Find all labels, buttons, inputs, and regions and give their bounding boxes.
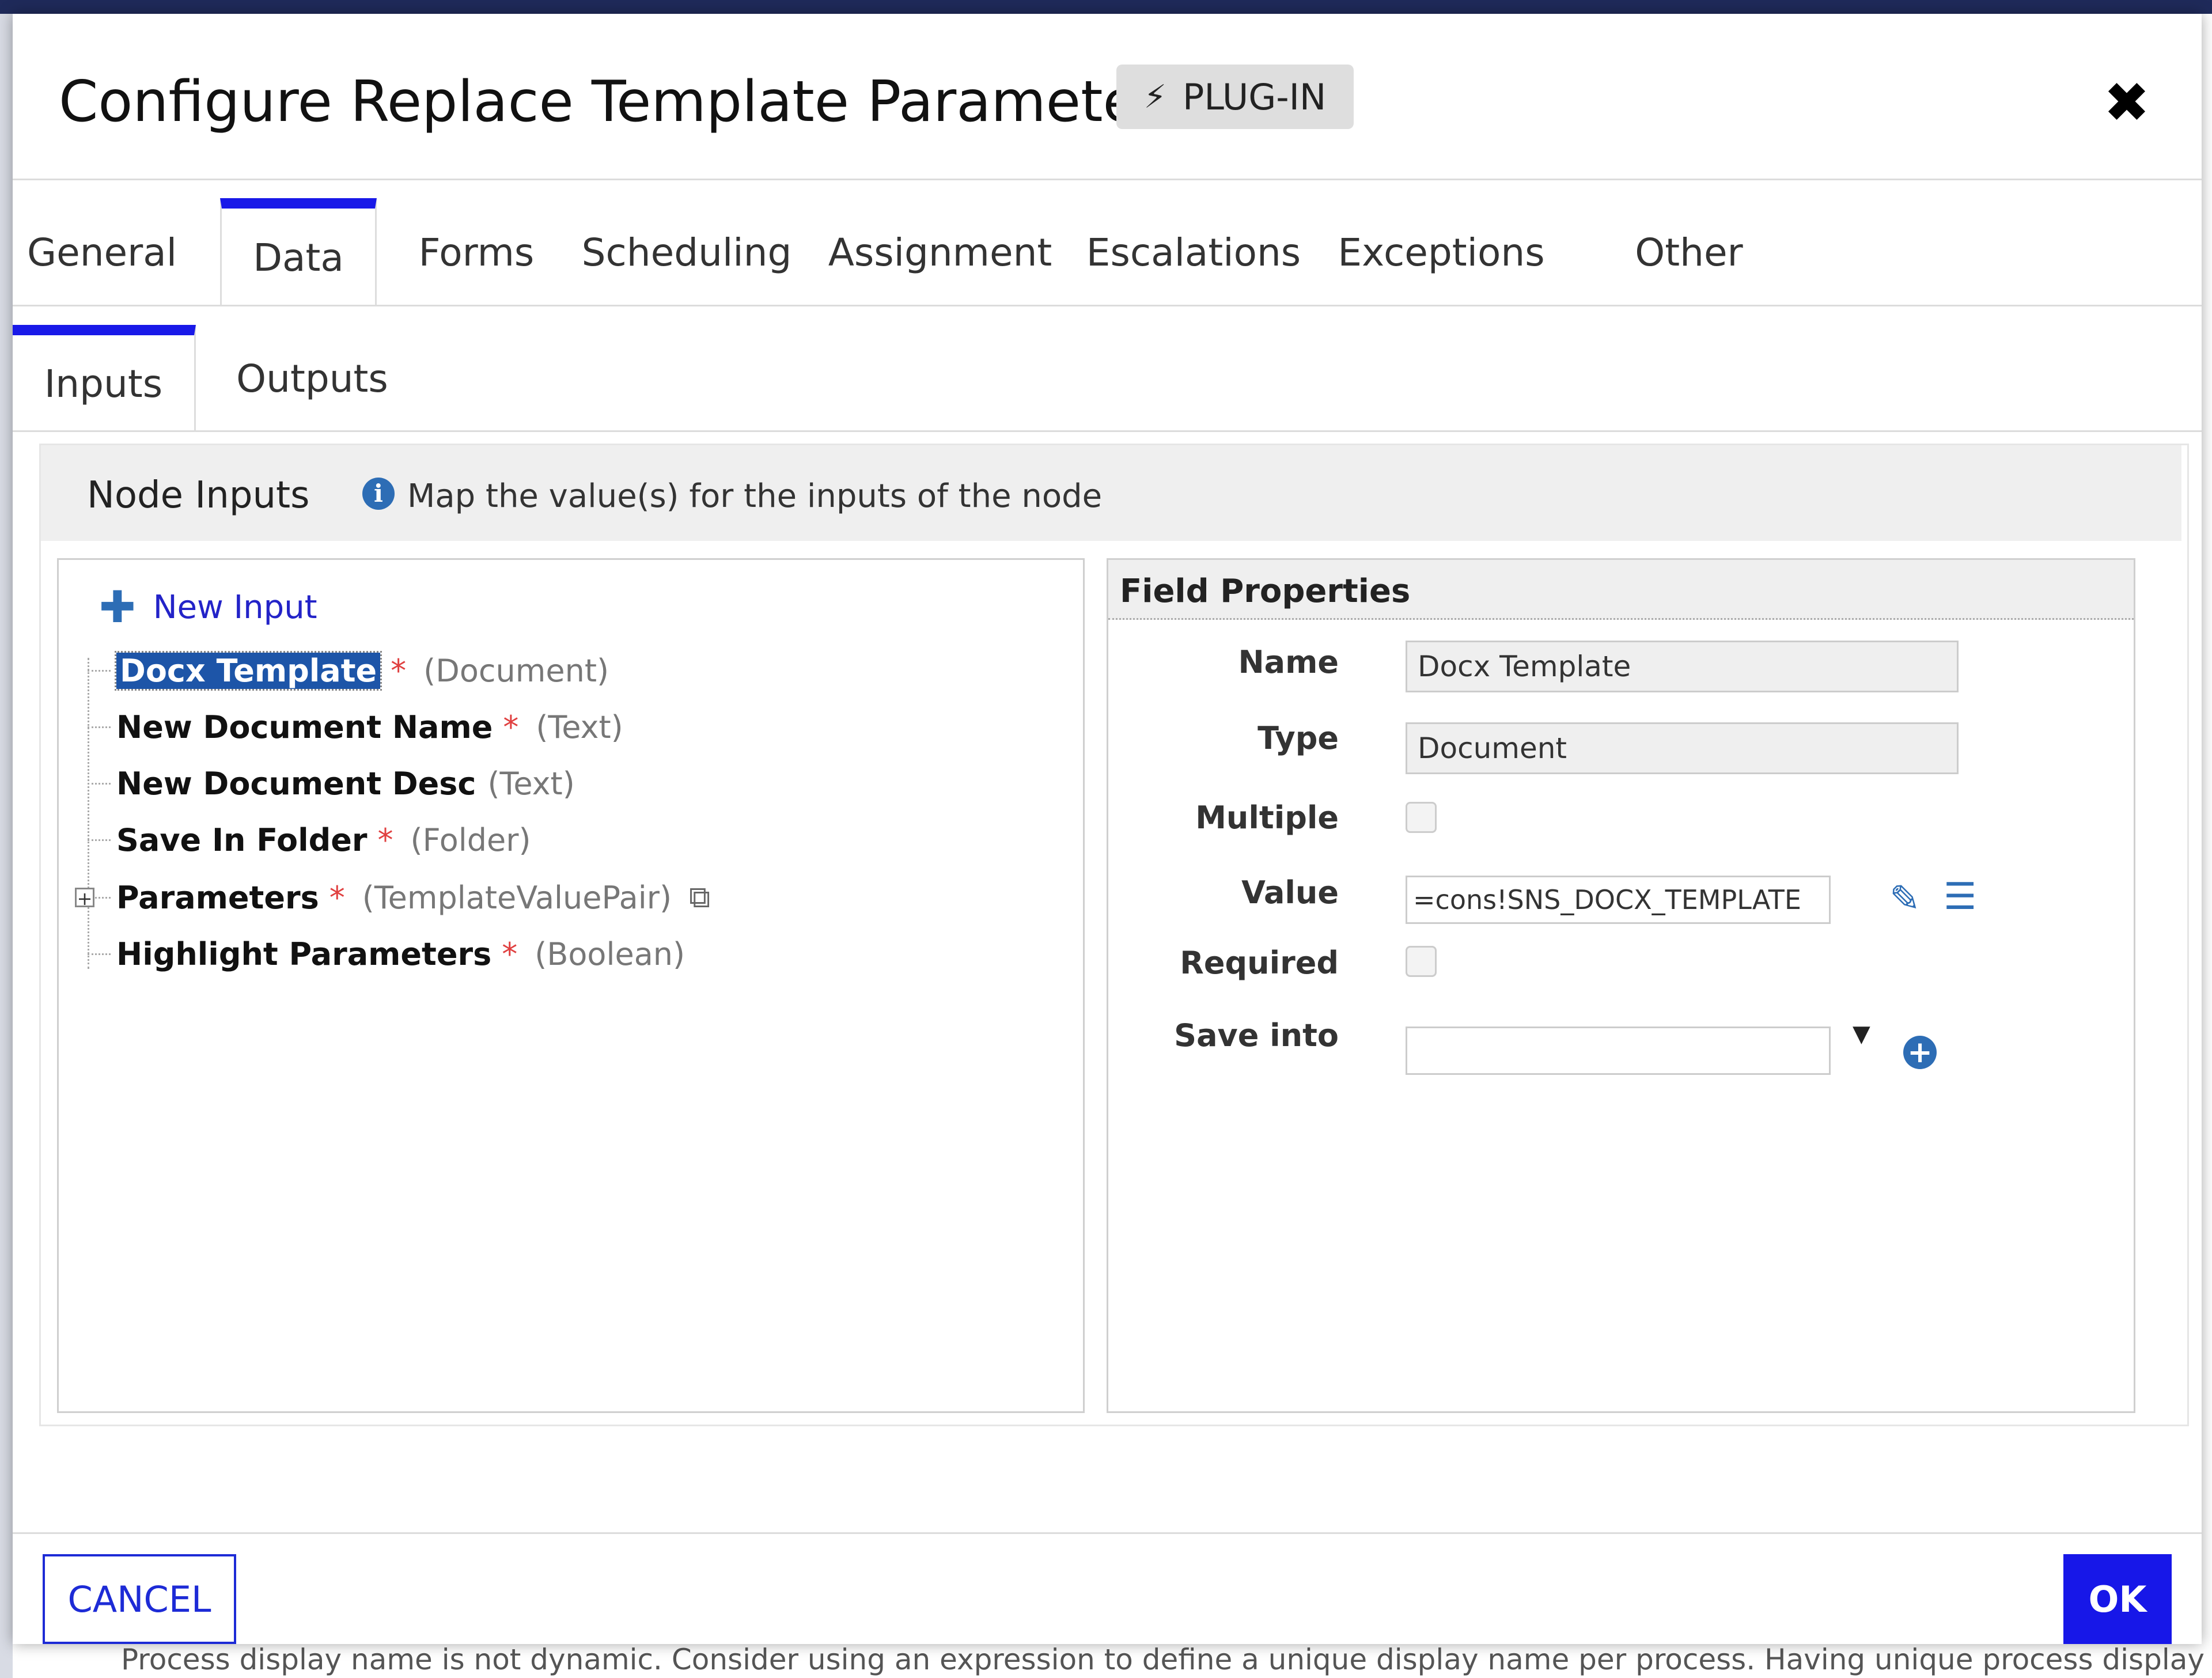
tab-forms[interactable]: Forms bbox=[404, 198, 548, 306]
field-properties-header: Field Properties bbox=[1108, 560, 2134, 620]
type-field: Document bbox=[1406, 722, 1959, 774]
inputs-tree: ✚ New Input Docx Template * (Document) N… bbox=[57, 558, 1085, 1413]
dialog-title: Configure Replace Template Parameter bbox=[59, 69, 1161, 135]
value-expression-field[interactable]: =cons!SNS_DOCX_TEMPLATE bbox=[1406, 876, 1831, 924]
sub-tabs: Inputs Outputs bbox=[13, 325, 2202, 432]
tree-item-type: (Boolean) bbox=[535, 935, 685, 972]
tree-item-name: Docx Template bbox=[114, 650, 382, 691]
save-into-label: Save into bbox=[1174, 1017, 1339, 1054]
tab-scheduling[interactable]: Scheduling bbox=[582, 198, 792, 306]
required-marker: * bbox=[329, 879, 345, 916]
tree-item-parameters[interactable]: + Parameters * (TemplateValuePair) ⧉ bbox=[75, 874, 710, 921]
required-marker: * bbox=[503, 709, 519, 745]
plus-icon: ✚ bbox=[99, 581, 136, 632]
name-field: Docx Template bbox=[1406, 641, 1959, 692]
tree-item-docx-template[interactable]: Docx Template * (Document) bbox=[88, 647, 609, 694]
tree-item-type: (Document) bbox=[423, 652, 609, 689]
footer-divider bbox=[13, 1532, 2202, 1534]
plugin-badge: ⚡ PLUG-IN bbox=[1116, 65, 1354, 129]
tree-item-new-document-name[interactable]: New Document Name * (Text) bbox=[88, 704, 623, 750]
tab-assignment[interactable]: Assignment bbox=[828, 198, 1052, 306]
tabs-divider bbox=[13, 305, 2202, 306]
required-marker: * bbox=[377, 821, 393, 858]
ok-button[interactable]: OK bbox=[2063, 1554, 2172, 1644]
edit-icon[interactable]: ✎ bbox=[1889, 878, 1921, 921]
type-label: Type bbox=[1257, 720, 1339, 756]
required-checkbox[interactable] bbox=[1406, 946, 1437, 977]
node-inputs-header: Node Inputs i Map the value(s) for the i… bbox=[41, 445, 2181, 541]
cancel-button[interactable]: CANCEL bbox=[43, 1554, 236, 1644]
configure-dialog: Configure Replace Template Parameter ⚡ P… bbox=[13, 14, 2202, 1644]
tab-other[interactable]: Other bbox=[1626, 198, 1752, 306]
tab-data[interactable]: Data bbox=[220, 198, 377, 306]
node-inputs-hint: Map the value(s) for the inputs of the n… bbox=[407, 478, 1103, 515]
tree-item-type: (Folder) bbox=[410, 821, 531, 858]
tree-item-type: (Text) bbox=[536, 709, 623, 745]
tree-item-type: (TemplateValuePair) bbox=[362, 879, 672, 916]
subtab-outputs[interactable]: Outputs bbox=[220, 325, 404, 432]
tree-item-name: Highlight Parameters bbox=[116, 935, 492, 972]
required-marker: * bbox=[502, 935, 518, 972]
subtab-inputs[interactable]: Inputs bbox=[13, 325, 196, 432]
chevron-down-icon[interactable]: ▼ bbox=[1853, 1021, 1870, 1047]
tree-item-name: Parameters bbox=[116, 879, 319, 916]
tab-general[interactable]: General bbox=[27, 198, 177, 306]
app-top-bar bbox=[0, 0, 2212, 14]
required-label: Required bbox=[1180, 945, 1339, 981]
multiple-label: Multiple bbox=[1195, 800, 1339, 836]
info-icon: i bbox=[362, 478, 395, 510]
main-tabs: General Data Forms Scheduling Assignment… bbox=[13, 198, 2202, 306]
required-marker: * bbox=[391, 652, 407, 689]
tree-item-new-document-desc[interactable]: New Document Desc (Text) bbox=[88, 760, 575, 806]
new-input-button[interactable]: ✚ New Input bbox=[99, 585, 317, 629]
header-divider bbox=[13, 179, 2202, 180]
node-inputs-title: Node Inputs bbox=[87, 474, 310, 517]
tree-item-name: New Document Name bbox=[116, 709, 493, 745]
background-warning-text: Process display name is not dynamic. Con… bbox=[121, 1643, 2212, 1676]
multiple-checkbox[interactable] bbox=[1406, 802, 1437, 833]
plugin-badge-label: PLUG-IN bbox=[1183, 75, 1327, 118]
tab-exceptions[interactable]: Exceptions bbox=[1332, 198, 1551, 306]
node-inputs-panel: Node Inputs i Map the value(s) for the i… bbox=[39, 444, 2189, 1426]
close-icon[interactable]: ✖ bbox=[2098, 74, 2156, 131]
new-input-label: New Input bbox=[153, 588, 317, 626]
tree-item-highlight-parameters[interactable]: Highlight Parameters * (Boolean) bbox=[88, 931, 685, 977]
expand-icon[interactable]: + bbox=[75, 888, 94, 908]
field-properties-title: Field Properties bbox=[1120, 573, 1411, 610]
tab-escalations[interactable]: Escalations bbox=[1084, 198, 1303, 306]
tree-item-save-in-folder[interactable]: Save In Folder * (Folder) bbox=[88, 817, 531, 863]
plug-icon: ⚡ bbox=[1143, 78, 1166, 116]
save-into-field[interactable] bbox=[1406, 1027, 1831, 1075]
field-properties-panel: Field Properties Name Docx Template Type… bbox=[1107, 558, 2135, 1413]
name-label: Name bbox=[1238, 644, 1339, 680]
tree-item-name: New Document Desc bbox=[116, 765, 476, 802]
tree-item-type: (Text) bbox=[487, 765, 575, 802]
value-label: Value bbox=[1241, 874, 1339, 911]
app-left-strip bbox=[0, 14, 13, 1678]
subtabs-divider bbox=[13, 430, 2202, 432]
tree-item-name: Save In Folder bbox=[116, 821, 368, 858]
list-icon[interactable]: ☰ bbox=[1944, 876, 1976, 918]
copy-icon[interactable]: ⧉ bbox=[689, 880, 710, 915]
add-circle-icon[interactable]: + bbox=[1903, 1036, 1937, 1069]
